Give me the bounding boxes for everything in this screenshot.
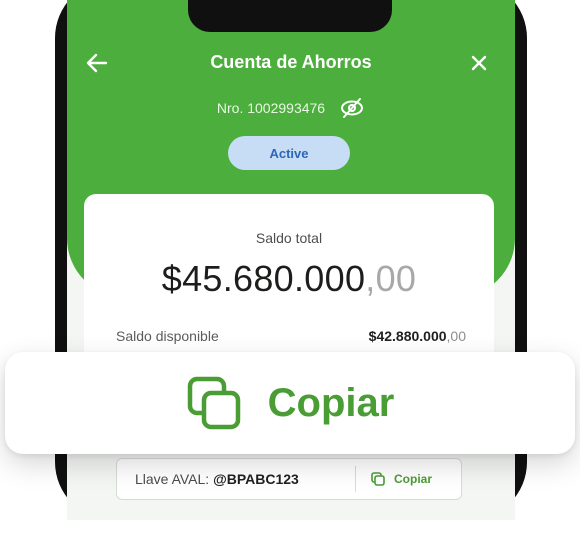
total-balance-label: Saldo total — [255, 230, 323, 246]
copy-overlay-label: Copiar — [267, 380, 395, 425]
aval-key-box: Llave AVAL: @BPABC123 Copiar — [116, 458, 462, 500]
phone-notch — [188, 0, 392, 32]
available-balance-amount: $42.880.000 — [368, 328, 447, 344]
aval-key-label: Llave AVAL: — [135, 471, 210, 487]
copy-icon — [186, 375, 244, 431]
eye-off-icon[interactable] — [339, 97, 365, 119]
available-balance-label: Saldo disponible — [116, 328, 219, 344]
available-balance-row: Saldo disponible $42.880.000,00 — [116, 328, 466, 348]
copy-key-button[interactable]: Copiar — [356, 471, 432, 487]
status-badge: Active — [228, 136, 350, 170]
total-balance-amount: $45.680.000 — [161, 258, 366, 299]
available-balance-cents: ,00 — [446, 328, 466, 344]
copy-icon — [370, 471, 386, 487]
total-balance-value: $45.680.000,00 — [84, 258, 494, 300]
close-icon[interactable] — [467, 52, 491, 74]
total-balance-cents: ,00 — [365, 258, 417, 299]
page-title: Cuenta de Ahorros — [210, 52, 372, 72]
available-balance-value: $42.880.000,00 — [369, 328, 466, 348]
account-number: Nro. 1002993476 — [216, 100, 326, 116]
account-number-row: Nro. 1002993476 — [67, 96, 515, 120]
copy-key-label: Copiar — [394, 472, 433, 486]
aval-key-value: @BPABC123 — [213, 471, 299, 487]
copy-overlay-button[interactable]: Copiar — [5, 352, 575, 454]
app-header: Cuenta de Ahorros — [67, 44, 515, 82]
aval-key-text: Llave AVAL: @BPABC123 — [117, 471, 355, 487]
